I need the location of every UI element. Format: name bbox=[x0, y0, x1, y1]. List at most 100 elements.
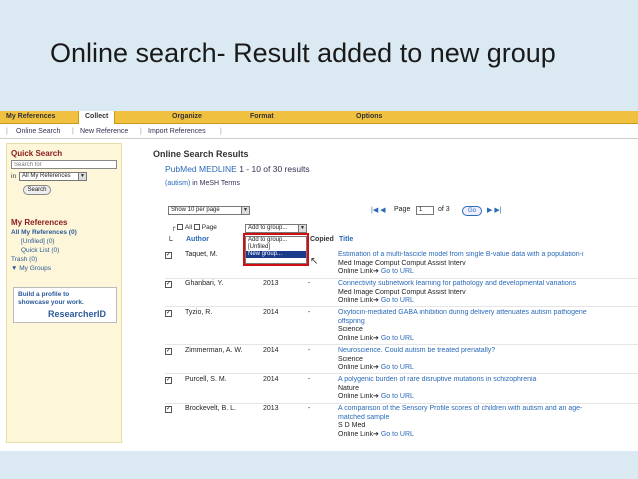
tab-organize[interactable]: Organize bbox=[172, 113, 202, 120]
all-label: All bbox=[184, 224, 193, 231]
row-author: Brockevelt, B. L. bbox=[185, 405, 236, 412]
row-copied: - bbox=[308, 309, 311, 316]
row-title[interactable]: Oxytocin-mediated GABA inhibition during… bbox=[338, 309, 638, 318]
go-button[interactable]: Go bbox=[462, 206, 482, 216]
row-checkbox[interactable]: ✓ bbox=[165, 406, 172, 413]
my-groups-link[interactable]: ▼ My Groups bbox=[11, 265, 51, 272]
unfiled-link[interactable]: [Unfiled] (0) bbox=[21, 238, 55, 245]
external-link-icon: ➔ bbox=[373, 430, 379, 438]
select-all-row: ┌ All Page bbox=[171, 224, 217, 231]
row-checkbox[interactable]: ✓ bbox=[165, 281, 172, 288]
search-input[interactable] bbox=[11, 160, 117, 169]
online-link-label: Online Link bbox=[338, 297, 374, 304]
trash-link[interactable]: Trash (0) bbox=[11, 256, 37, 263]
per-page-select[interactable]: Show 10 per page ▼ bbox=[168, 206, 250, 215]
go-to-url-link[interactable]: Go to URL bbox=[381, 268, 414, 275]
row-author: Ghanbari, Y. bbox=[185, 280, 224, 287]
add-to-group-select[interactable]: Add to group... ▼ bbox=[245, 224, 307, 233]
page-checkbox-label: Page bbox=[201, 224, 217, 231]
researcherid-banner[interactable]: Build a profile to showcase your work. R… bbox=[13, 287, 117, 323]
row-title-cell: A comparison of the Sensory Profile scor… bbox=[338, 405, 638, 439]
search-term: (autism) bbox=[165, 180, 191, 187]
row-title-continued[interactable]: offspring bbox=[338, 318, 638, 327]
row-title[interactable]: Estimation of a multi-fascicle model fro… bbox=[338, 251, 638, 260]
online-link-label: Online Link bbox=[338, 364, 374, 371]
page-checkbox[interactable] bbox=[193, 224, 200, 231]
subnav-online-search[interactable]: Online Search bbox=[16, 128, 60, 135]
row-link-line: Online Link➔ Go to URL bbox=[338, 297, 638, 306]
row-link-line: Online Link➔ Go to URL bbox=[338, 335, 638, 344]
tab-my-references[interactable]: My References bbox=[6, 113, 55, 120]
tab-options[interactable]: Options bbox=[356, 113, 382, 120]
external-link-icon: ➔ bbox=[373, 268, 379, 275]
row-title-continued[interactable]: matched sample bbox=[338, 414, 638, 423]
row-title-cell: Connectivity subnetwork learning for pat… bbox=[338, 280, 638, 306]
external-link-icon: ➔ bbox=[373, 297, 379, 304]
row-source: Nature bbox=[338, 384, 360, 392]
subnav-divider: | bbox=[140, 128, 142, 135]
sub-nav: | Online Search | New Reference | Import… bbox=[0, 125, 638, 139]
subnav-new-reference[interactable]: New Reference bbox=[80, 128, 128, 135]
row-link-line: Online Link➔ Go to URL bbox=[338, 364, 638, 373]
row-divider bbox=[165, 403, 638, 404]
row-divider bbox=[165, 344, 638, 345]
subnav-divider: | bbox=[220, 128, 222, 135]
subnav-import-references[interactable]: Import References bbox=[148, 128, 206, 135]
tree-arrow-icon: ┌ bbox=[171, 224, 176, 231]
search-scope-select[interactable]: All My References ▼ bbox=[19, 172, 87, 181]
first-prev-icon[interactable]: |◀ ◀ bbox=[371, 206, 386, 214]
tab-format[interactable]: Format bbox=[250, 113, 274, 120]
external-link-icon: ➔ bbox=[373, 364, 379, 371]
row-source: S D Med bbox=[338, 422, 366, 429]
row-year: 2013 bbox=[263, 405, 279, 412]
all-checkbox[interactable] bbox=[177, 224, 184, 231]
all-references-link[interactable]: All My References (0) bbox=[11, 229, 77, 236]
row-source: Science bbox=[338, 326, 363, 333]
row-title-cell: Oxytocin-mediated GABA inhibition during… bbox=[338, 309, 638, 343]
search-button[interactable]: Search bbox=[23, 185, 51, 195]
page-label: Page bbox=[394, 206, 411, 213]
slide-title: Online search- Result added to new group bbox=[50, 38, 556, 68]
row-author: Taquet, M. bbox=[185, 251, 218, 258]
page-input[interactable]: 1 bbox=[416, 206, 434, 215]
my-groups-label: My Groups bbox=[19, 265, 52, 272]
row-title[interactable]: A polygenic burden of rare disruptive mu… bbox=[338, 376, 638, 385]
rid-line1: Build a profile to bbox=[18, 291, 70, 298]
results-summary: PubMed MEDLINE 1 - 10 of 30 results bbox=[165, 164, 310, 174]
col-copied: Copied bbox=[310, 236, 334, 243]
row-source: Med Image Comput Comput Assist Interv bbox=[338, 288, 466, 296]
row-checkbox[interactable]: ✓ bbox=[165, 310, 172, 317]
row-title[interactable]: Connectivity subnetwork learning for pat… bbox=[338, 280, 638, 289]
tab-collect[interactable]: Collect bbox=[78, 111, 116, 124]
row-title-cell: A polygenic burden of rare disruptive mu… bbox=[338, 376, 638, 402]
row-link-line: Online Link➔ Go to URL bbox=[338, 268, 638, 277]
col-title[interactable]: Title bbox=[339, 236, 353, 243]
go-to-url-link[interactable]: Go to URL bbox=[381, 393, 414, 400]
row-checkbox[interactable]: ✓ bbox=[165, 348, 172, 355]
go-to-url-link[interactable]: Go to URL bbox=[381, 364, 414, 371]
tree-corner-icon: └ bbox=[167, 236, 173, 245]
row-author: Purcell, S. M. bbox=[185, 376, 227, 383]
online-link-label: Online Link bbox=[338, 393, 374, 400]
researcherid-logo: ResearcherID bbox=[48, 309, 107, 319]
row-checkbox[interactable]: ✓ bbox=[165, 252, 172, 259]
row-source: Science bbox=[338, 355, 363, 363]
subnav-divider: | bbox=[72, 128, 74, 135]
mouse-cursor-icon: ↖ bbox=[310, 256, 319, 267]
chevron-down-icon: ▼ bbox=[78, 173, 86, 180]
row-title[interactable]: Neuroscience. Could autism be treated pr… bbox=[338, 347, 638, 356]
col-author[interactable]: Author bbox=[186, 236, 209, 243]
subnav-divider: | bbox=[6, 128, 8, 135]
go-to-url-link[interactable]: Go to URL bbox=[381, 431, 414, 438]
expand-arrow-icon: ▼ bbox=[11, 265, 20, 272]
row-year: 2014 bbox=[263, 376, 279, 383]
row-author: Tyzio, R. bbox=[185, 309, 213, 316]
row-divider bbox=[165, 278, 638, 279]
next-last-icon[interactable]: ▶ ▶| bbox=[487, 206, 502, 214]
row-checkbox[interactable]: ✓ bbox=[165, 377, 172, 384]
go-to-url-link[interactable]: Go to URL bbox=[381, 335, 414, 342]
online-link-label: Online Link bbox=[338, 334, 374, 342]
go-to-url-link[interactable]: Go to URL bbox=[381, 297, 414, 304]
row-title[interactable]: A comparison of the Sensory Profile scor… bbox=[338, 405, 638, 414]
quick-list-link[interactable]: Quick List (0) bbox=[21, 247, 59, 254]
